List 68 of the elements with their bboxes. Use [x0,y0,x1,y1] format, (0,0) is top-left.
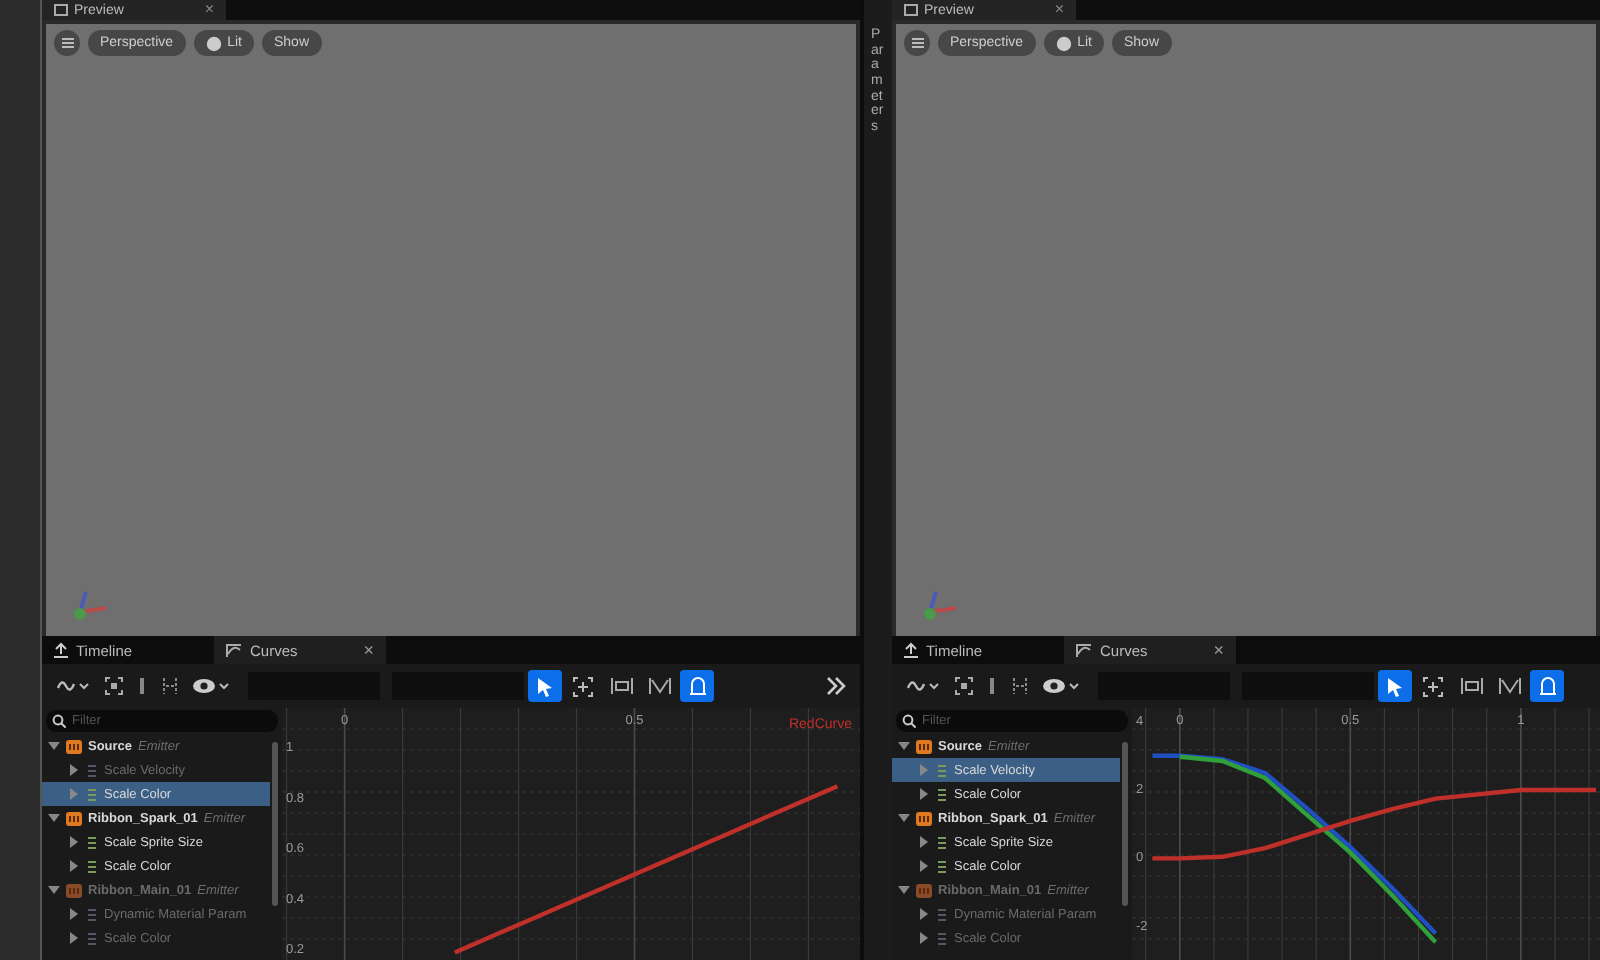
module-icon [936,787,948,801]
frame-icon [954,676,974,696]
module-icon [936,859,948,873]
frame-icon [104,676,124,696]
module-icon [86,787,98,801]
module-icon [936,763,948,777]
magnet-icon [687,676,707,696]
scrollbar[interactable] [272,742,278,906]
module-icon [86,835,98,849]
emitter-icon [916,883,932,897]
emitter-icon [66,739,82,753]
transform-icon [1422,675,1444,697]
cursor-icon [1386,675,1404,697]
sphere-icon [1055,35,1072,51]
module-icon [86,859,98,873]
curve-icon [906,676,942,696]
upload-icon [54,642,68,658]
module-icon [86,907,98,921]
expanded-arrow-icon[interactable] [898,740,910,752]
menu-button[interactable] [54,30,80,56]
search-icon [52,714,66,728]
double-chevron-icon [826,676,846,696]
expanded-arrow-icon[interactable] [48,812,60,824]
collapsed-arrow-icon[interactable] [68,860,80,872]
collapsed-arrow-icon[interactable] [918,860,930,872]
menu-icon [911,38,923,48]
close-icon[interactable]: × [1054,2,1064,18]
dashed-bracket-icon [1010,676,1030,696]
curve-icon [56,676,92,696]
module-icon [936,931,948,945]
module-icon [86,763,98,777]
emitter-icon [916,739,932,753]
menu-button[interactable] [904,30,930,56]
transform-icon [572,675,594,697]
menu-icon [61,38,73,48]
collapsed-arrow-icon[interactable] [68,836,80,848]
module-icon [86,931,98,945]
magnet-icon [1537,676,1557,696]
close-icon[interactable]: × [1213,641,1224,659]
collapsed-arrow-icon[interactable] [918,788,930,800]
upload-icon [904,642,918,658]
select-tool-button[interactable] [1378,670,1412,702]
curve-line[interactable] [453,784,839,955]
eye-icon [1042,676,1082,696]
close-icon[interactable]: × [363,641,374,659]
sphere-icon [205,35,222,51]
collapsed-arrow-icon[interactable] [918,836,930,848]
select-tool-button[interactable] [528,670,562,702]
emitter-icon [66,883,82,897]
scrollbar[interactable] [1122,742,1128,906]
module-icon [936,907,948,921]
emitter-icon [916,811,932,825]
curve-icon [1076,643,1092,657]
dashed-bracket-icon [160,676,180,696]
viewport-icon [54,4,68,16]
viewport-icon [904,4,918,16]
curve-icon [226,643,242,657]
expanded-arrow-icon[interactable] [48,740,60,752]
search-icon [902,714,916,728]
module-icon [936,835,948,849]
expanded-arrow-icon[interactable] [898,812,910,824]
cursor-icon [536,675,554,697]
close-icon[interactable]: × [204,2,214,18]
snap-tool-button[interactable] [1530,670,1564,702]
emitter-icon [66,811,82,825]
snap-tool-button[interactable] [680,670,714,702]
eye-icon [192,676,232,696]
curve-line[interactable] [1152,787,1596,861]
